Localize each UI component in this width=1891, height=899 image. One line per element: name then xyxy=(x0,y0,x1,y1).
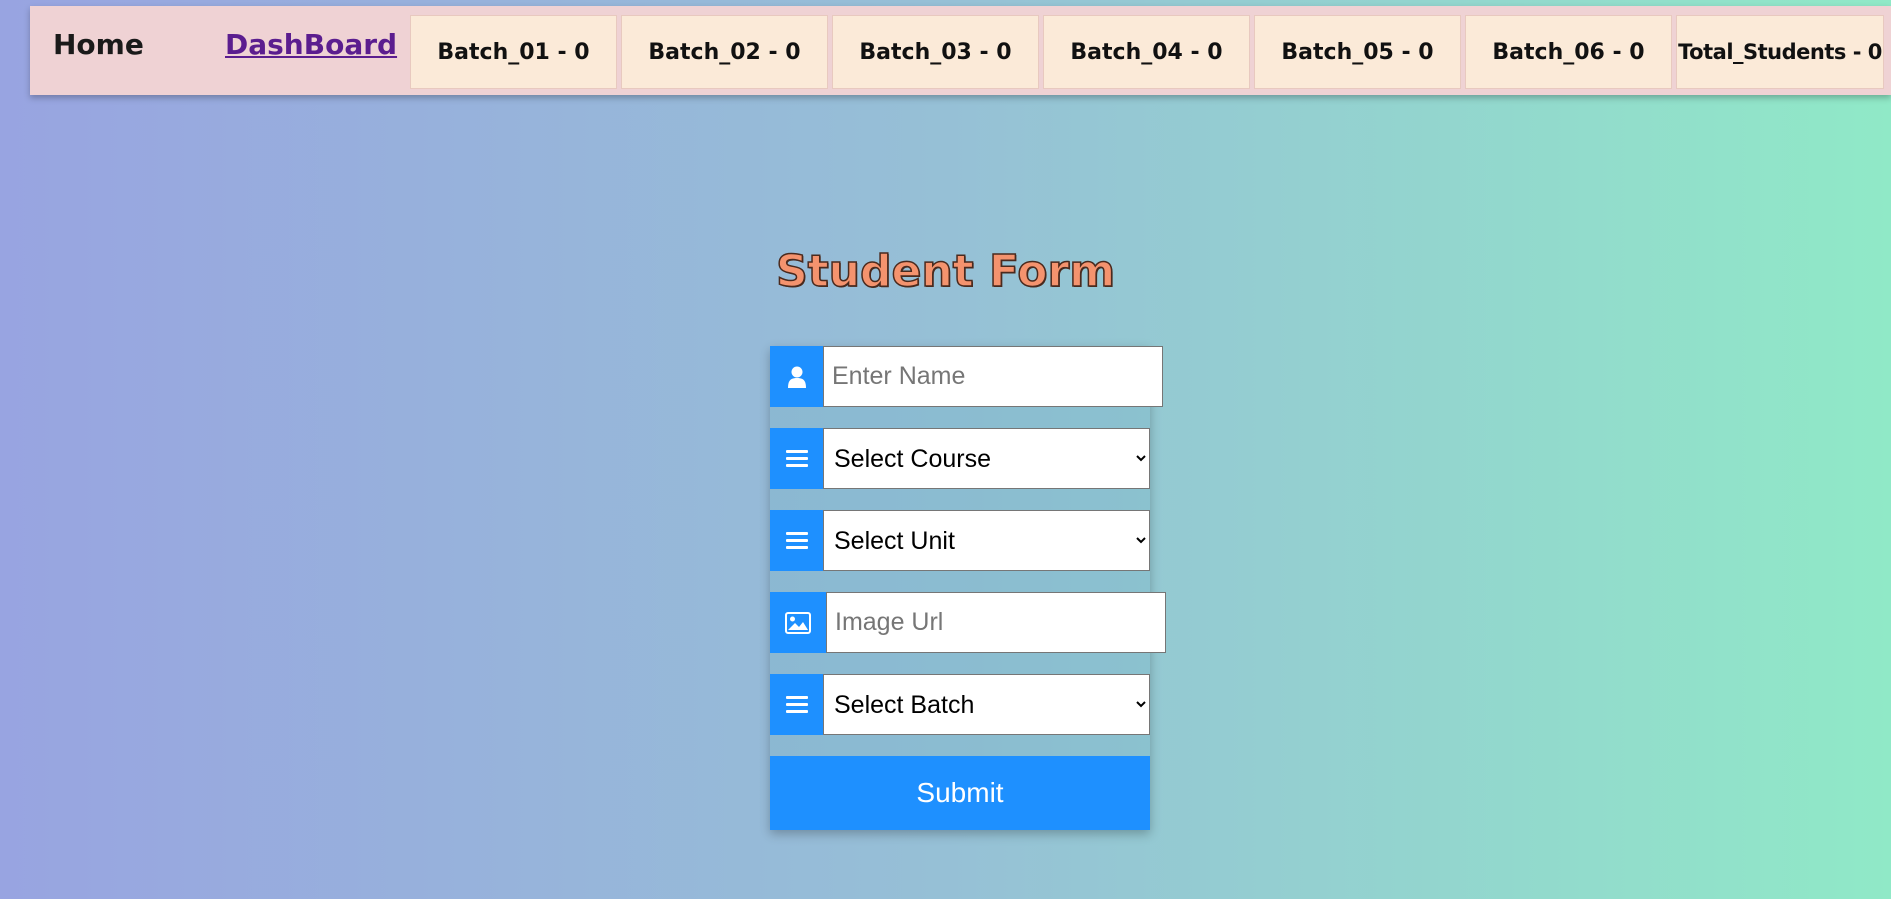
batch-01-counter[interactable]: Batch_01 - 0 xyxy=(410,15,617,89)
bars-icon xyxy=(770,674,823,735)
top-navbar: Home DashBoard Batch_01 - 0 Batch_02 - 0… xyxy=(30,6,1891,95)
bars-icon xyxy=(770,510,823,571)
name-input[interactable] xyxy=(823,346,1163,407)
batch-row: Select Batch xyxy=(770,674,1150,735)
batch-counter-list: Batch_01 - 0 Batch_02 - 0 Batch_03 - 0 B… xyxy=(410,15,1884,89)
form-title: Student Form xyxy=(775,245,1116,298)
course-select[interactable]: Select Course xyxy=(823,428,1150,489)
total-students-counter[interactable]: Total_Students - 0 xyxy=(1676,15,1884,89)
unit-row: Select Unit xyxy=(770,510,1150,571)
image-icon xyxy=(770,592,826,653)
unit-select[interactable]: Select Unit xyxy=(823,510,1150,571)
course-row: Select Course xyxy=(770,428,1150,489)
batch-03-counter[interactable]: Batch_03 - 0 xyxy=(832,15,1039,89)
image-url-input[interactable] xyxy=(826,592,1166,653)
bars-icon xyxy=(770,428,823,489)
submit-button[interactable]: Submit xyxy=(770,756,1150,830)
batch-select[interactable]: Select Batch xyxy=(823,674,1150,735)
image-row xyxy=(770,592,1166,653)
batch-05-counter[interactable]: Batch_05 - 0 xyxy=(1254,15,1461,89)
nav-dashboard-link[interactable]: DashBoard xyxy=(225,28,397,61)
batch-04-counter[interactable]: Batch_04 - 0 xyxy=(1043,15,1250,89)
user-icon xyxy=(770,346,823,407)
batch-06-counter[interactable]: Batch_06 - 0 xyxy=(1465,15,1672,89)
nav-home-link[interactable]: Home xyxy=(53,28,144,61)
name-row xyxy=(770,346,1163,407)
student-form: Select Course Select Unit Select Batch S… xyxy=(770,346,1166,830)
batch-02-counter[interactable]: Batch_02 - 0 xyxy=(621,15,828,89)
